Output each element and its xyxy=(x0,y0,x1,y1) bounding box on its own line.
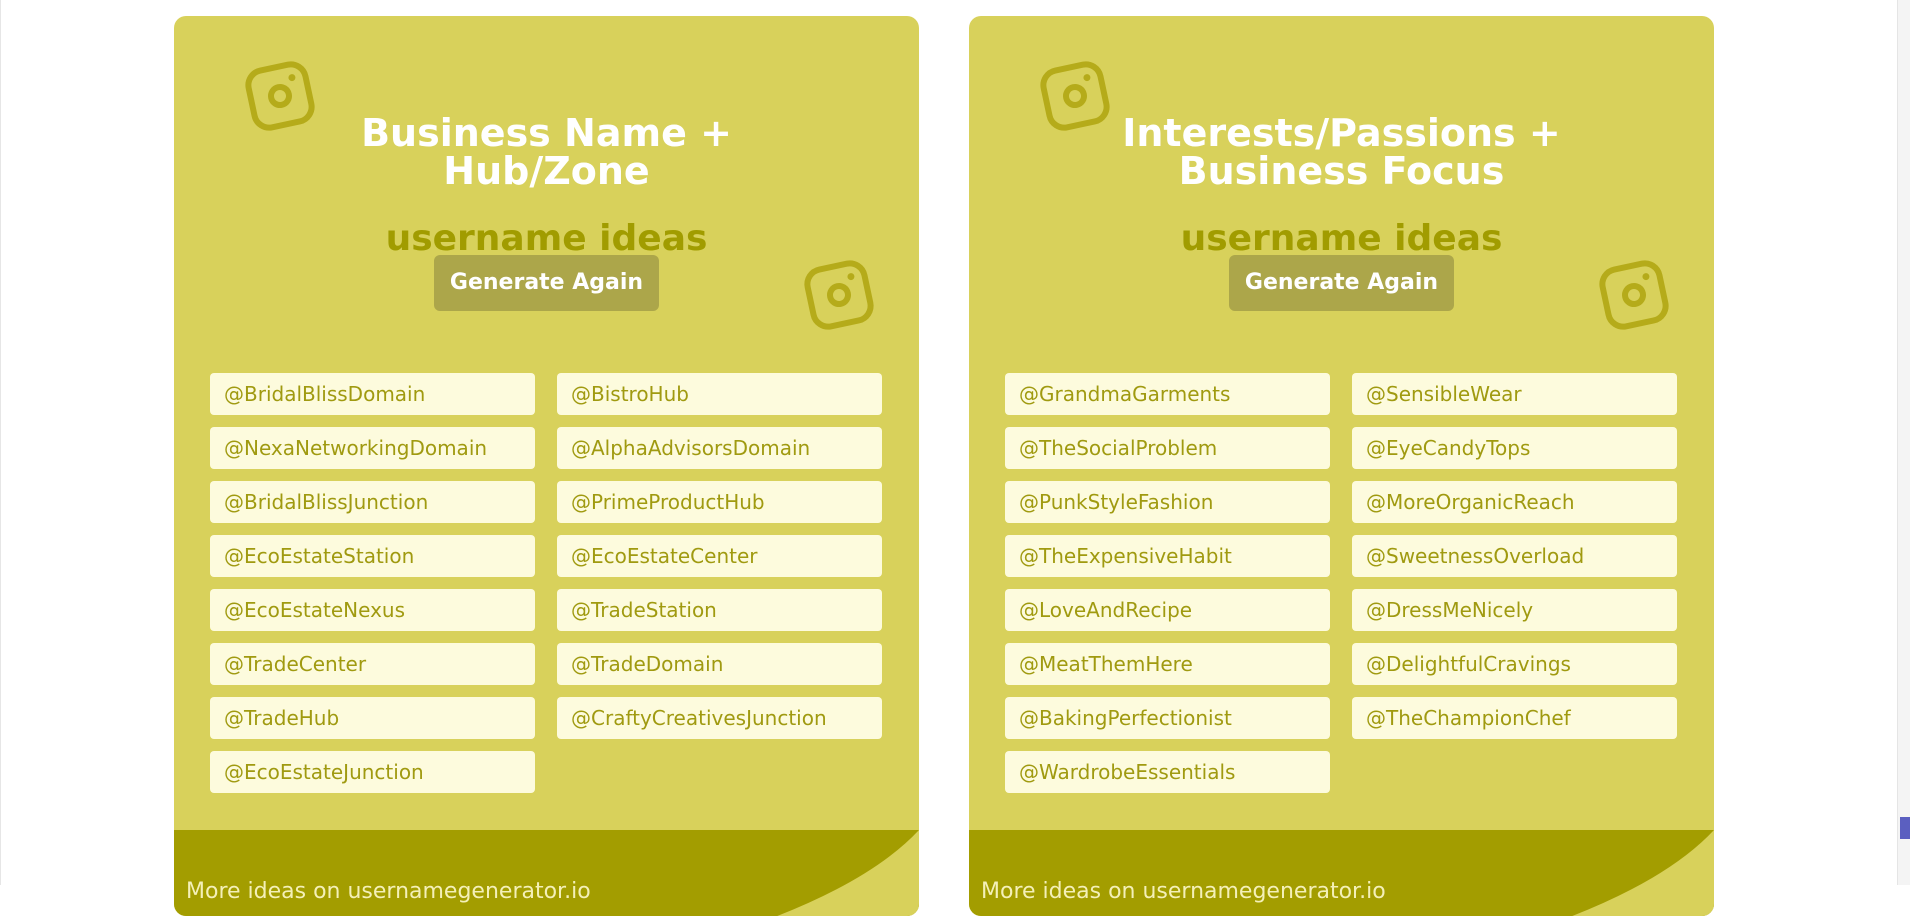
username-item[interactable]: @BridalBlissJunction xyxy=(210,481,535,523)
username-item[interactable]: @TheSocialProblem xyxy=(1005,427,1330,469)
card-interests-business-focus: Interests/Passions + Business Focus user… xyxy=(969,16,1714,916)
instagram-icon xyxy=(801,257,877,333)
page-edge xyxy=(0,0,1,885)
username-item[interactable]: @BridalBlissDomain xyxy=(210,373,535,415)
username-item[interactable]: @PrimeProductHub xyxy=(557,481,882,523)
username-item[interactable]: @EcoEstateJunction xyxy=(210,751,535,793)
username-item[interactable]: @TradeDomain xyxy=(557,643,882,685)
username-item[interactable]: @MoreOrganicReach xyxy=(1352,481,1677,523)
username-item[interactable]: @SweetnessOverload xyxy=(1352,535,1677,577)
vertical-scrollbar[interactable] xyxy=(1897,0,1910,885)
username-item[interactable]: @CraftyCreativesJunction xyxy=(557,697,882,739)
generate-again-button[interactable]: Generate Again xyxy=(434,255,659,311)
username-list: @BridalBlissDomain @BistroHub @NexaNetwo… xyxy=(210,373,882,793)
username-item[interactable]: @MeatThemHere xyxy=(1005,643,1330,685)
username-item[interactable]: @TheChampionChef xyxy=(1352,697,1677,739)
card-title: Interests/Passions + Business Focus xyxy=(969,114,1714,190)
username-item[interactable]: @TheExpensiveHabit xyxy=(1005,535,1330,577)
card-footer: More ideas on usernamegenerator.io xyxy=(174,830,919,916)
side-widget-tab[interactable] xyxy=(1900,817,1910,839)
username-list: @GrandmaGarments @SensibleWear @TheSocia… xyxy=(1005,373,1677,793)
username-item[interactable]: @TradeStation xyxy=(557,589,882,631)
username-item[interactable]: @BistroHub xyxy=(557,373,882,415)
username-item[interactable]: @NexaNetworkingDomain xyxy=(210,427,535,469)
card-title-line-2: Business Focus xyxy=(1178,149,1505,193)
username-item[interactable]: @EcoEstateNexus xyxy=(210,589,535,631)
more-ideas-link[interactable]: More ideas on usernamegenerator.io xyxy=(981,878,1386,906)
card-subtitle: username ideas xyxy=(1180,218,1503,259)
username-item[interactable]: @EcoEstateStation xyxy=(210,535,535,577)
card-footer: More ideas on usernamegenerator.io xyxy=(969,830,1714,916)
username-item[interactable]: @AlphaAdvisorsDomain xyxy=(557,427,882,469)
username-item[interactable]: @GrandmaGarments xyxy=(1005,373,1330,415)
username-item[interactable]: @BakingPerfectionist xyxy=(1005,697,1330,739)
card-title-line-2: Hub/Zone xyxy=(443,149,650,193)
card-subtitle: username ideas xyxy=(385,218,708,259)
username-item[interactable]: @WardrobeEssentials xyxy=(1005,751,1330,793)
username-item[interactable]: @TradeHub xyxy=(210,697,535,739)
username-item[interactable]: @EcoEstateCenter xyxy=(557,535,882,577)
username-item[interactable]: @DelightfulCravings xyxy=(1352,643,1677,685)
card-title: Business Name + Hub/Zone xyxy=(174,114,919,190)
username-item[interactable]: @TradeCenter xyxy=(210,643,535,685)
card-business-name-hub: Business Name + Hub/Zone username ideas … xyxy=(174,16,919,916)
username-item[interactable]: @DressMeNicely xyxy=(1352,589,1677,631)
more-ideas-link[interactable]: More ideas on usernamegenerator.io xyxy=(186,878,591,906)
username-item[interactable]: @SensibleWear xyxy=(1352,373,1677,415)
username-item[interactable]: @LoveAndRecipe xyxy=(1005,589,1330,631)
username-item[interactable]: @EyeCandyTops xyxy=(1352,427,1677,469)
instagram-icon xyxy=(1596,257,1672,333)
username-item[interactable]: @PunkStyleFashion xyxy=(1005,481,1330,523)
generate-again-button[interactable]: Generate Again xyxy=(1229,255,1454,311)
